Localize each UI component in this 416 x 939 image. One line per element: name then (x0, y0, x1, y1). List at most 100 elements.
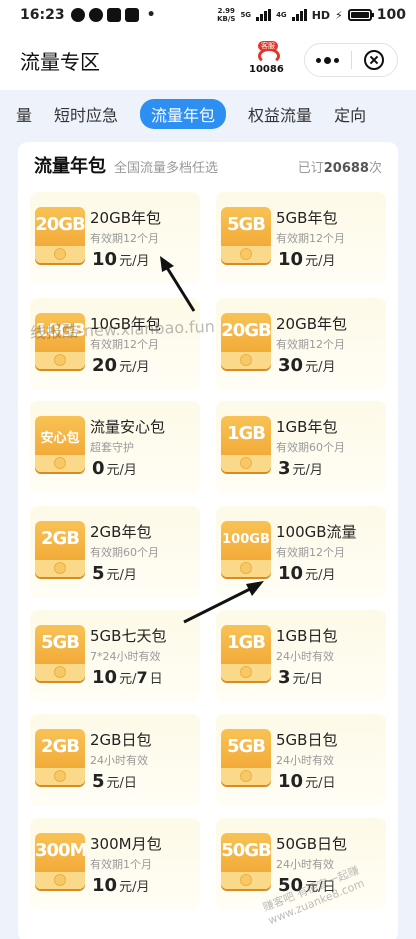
card-price: 5 元/月 (92, 563, 137, 584)
card-price-value: 10 (278, 563, 304, 584)
badge-label: 300M (35, 840, 85, 861)
tab-4[interactable]: 定向 (334, 102, 366, 126)
card-title: 5GB年包 (276, 209, 338, 227)
card-title: 流量安心包 (90, 418, 166, 436)
status-dot: • (146, 7, 156, 23)
arrow-annotation-1 (160, 256, 196, 312)
card-price-value: 10 (92, 875, 118, 896)
card-price-unit: 元/日 (292, 672, 323, 687)
battery-icon (347, 9, 374, 21)
badge-label: 20GB (221, 320, 271, 341)
card-price: 30 元/月 (278, 355, 335, 376)
status-bar: 16:23 • 2.99 KB/S 5G 4G HD ⚡ 100 (0, 0, 416, 30)
card-price: 20 元/月 (92, 355, 149, 376)
more-button[interactable] (305, 44, 351, 76)
badge-label: 5GB (40, 632, 80, 653)
card-price: 10 元/日 (278, 771, 335, 792)
card-title: 1GB年包 (276, 418, 338, 436)
tab-1[interactable]: 短时应急 (54, 102, 118, 126)
card-title: 5GB日包 (276, 731, 338, 749)
badge-label: 2GB (40, 528, 80, 549)
coin-icon (54, 354, 66, 366)
coin-icon (54, 562, 66, 574)
coin-icon (240, 666, 252, 678)
product-card[interactable]: 5GB 5GB年包有效期12个月 10 元/月 (216, 192, 386, 284)
card-price: 0 元/月 (92, 458, 137, 479)
panel-title: 流量年包 (34, 156, 106, 177)
badge-label: 20GB (35, 214, 85, 235)
mini-program-capsule (304, 43, 398, 77)
product-card[interactable]: 20GB 20GB年包有效期12个月 30 元/月 (216, 298, 386, 390)
card-title: 100GB流量 (276, 523, 357, 541)
net-speed-unit: KB/S (217, 15, 236, 23)
chat-icon (88, 8, 103, 22)
card-price-unit: 元/月 (119, 880, 150, 895)
card-price-unit: 元/月 (305, 254, 336, 269)
card-price-value: 0 (92, 458, 105, 479)
card-validity: 超套守护 (90, 441, 134, 454)
order-count-prefix: 已订 (297, 161, 324, 176)
close-icon (364, 50, 385, 70)
tab-0[interactable]: 量 (16, 102, 32, 126)
coin-icon (54, 874, 66, 886)
card-title: 20GB年包 (276, 315, 348, 333)
card-price-value: 30 (278, 355, 304, 376)
card-price-value-2: 7 (136, 668, 148, 687)
badge-label: 1GB (226, 632, 266, 653)
net-speed-value: 2.99 (217, 7, 235, 15)
tab-3[interactable]: 权益流量 (248, 102, 312, 126)
tab-2[interactable]: 流量年包 (140, 99, 227, 129)
product-card[interactable]: 安心包 流量安心包超套守护 0 元/月 (30, 401, 200, 493)
card-title: 5GB七天包 (90, 627, 167, 645)
product-badge-icon: 1GB (221, 416, 271, 472)
logo-text: 10086 (249, 64, 284, 75)
badge-label: 安心包 (40, 431, 80, 446)
card-price: 10 元/月 (278, 249, 335, 270)
network-4g-label: 4G (276, 11, 287, 19)
close-button[interactable] (352, 44, 398, 76)
product-badge-icon: 5GB (221, 207, 271, 263)
badge-label: 1GB (226, 423, 266, 444)
gallery-icon (124, 8, 139, 22)
product-card[interactable]: 2GB 2GB年包 有效期60个月 5 元/月 (30, 506, 200, 598)
product-card[interactable]: 2GB 2GB日包 24小时有效 5 元/日 (30, 714, 200, 806)
notification-icons (70, 8, 139, 22)
card-title: 2GB日包 (90, 731, 152, 749)
network-5g-label: 5G (240, 11, 252, 19)
net-speed: 2.99 KB/S (217, 7, 235, 23)
card-validity: 7*24小时有效 (90, 650, 161, 663)
coin-icon (54, 770, 66, 782)
card-validity: 有效期12个月 (276, 232, 345, 245)
app-notification-icon (106, 8, 121, 22)
card-price-value: 5 (92, 563, 105, 584)
product-card[interactable]: 5GB 5GB日包 24小时有效 10 元/日 (216, 714, 386, 806)
badge-label: 50GB (221, 840, 271, 861)
product-badge-icon: 2GB (35, 729, 85, 785)
card-price-value: 10 (92, 667, 118, 688)
arrow-annotation-2 (183, 581, 264, 624)
message-icon (70, 8, 85, 22)
product-badge-icon: 20GB (221, 313, 271, 369)
badge-label: 5GB (226, 736, 266, 757)
status-right: 2.99 KB/S 5G 4G HD ⚡ 100 (217, 7, 406, 23)
product-card[interactable]: 5GB 5GB七天包 7*24小时有效 10 元/7 日 (30, 610, 200, 702)
product-card[interactable]: 300M 300M月包 有效期1个月 10 元/月 (30, 818, 200, 910)
panel-header: 流量年包 全国流量多档任选 已订20688次 (18, 142, 398, 188)
charging-icon: ⚡ (335, 8, 343, 22)
status-time: 16:23 (20, 7, 65, 23)
coin-icon (54, 248, 66, 260)
product-badge-icon: 5GB (221, 729, 271, 785)
product-card[interactable]: 1GB 1GB年包有效期60个月 3 元/月 (216, 401, 386, 493)
customer-service-logo[interactable]: 客服 10086 (249, 41, 286, 77)
card-validity: 有效期60个月 (276, 441, 345, 454)
card-validity: 有效期1个月 (90, 858, 152, 871)
product-badge-icon: 100GB (221, 521, 271, 577)
battery-level: 100 (376, 7, 406, 23)
card-price-value: 20 (92, 355, 118, 376)
card-price-unit: 元/ (119, 672, 137, 687)
card-price: 3 元/月 (278, 458, 323, 479)
card-price-unit: 元/月 (292, 463, 323, 478)
card-price-unit-2: 日 (149, 672, 163, 687)
card-validity: 有效期12个月 (276, 338, 345, 351)
card-price-value: 3 (278, 458, 291, 479)
